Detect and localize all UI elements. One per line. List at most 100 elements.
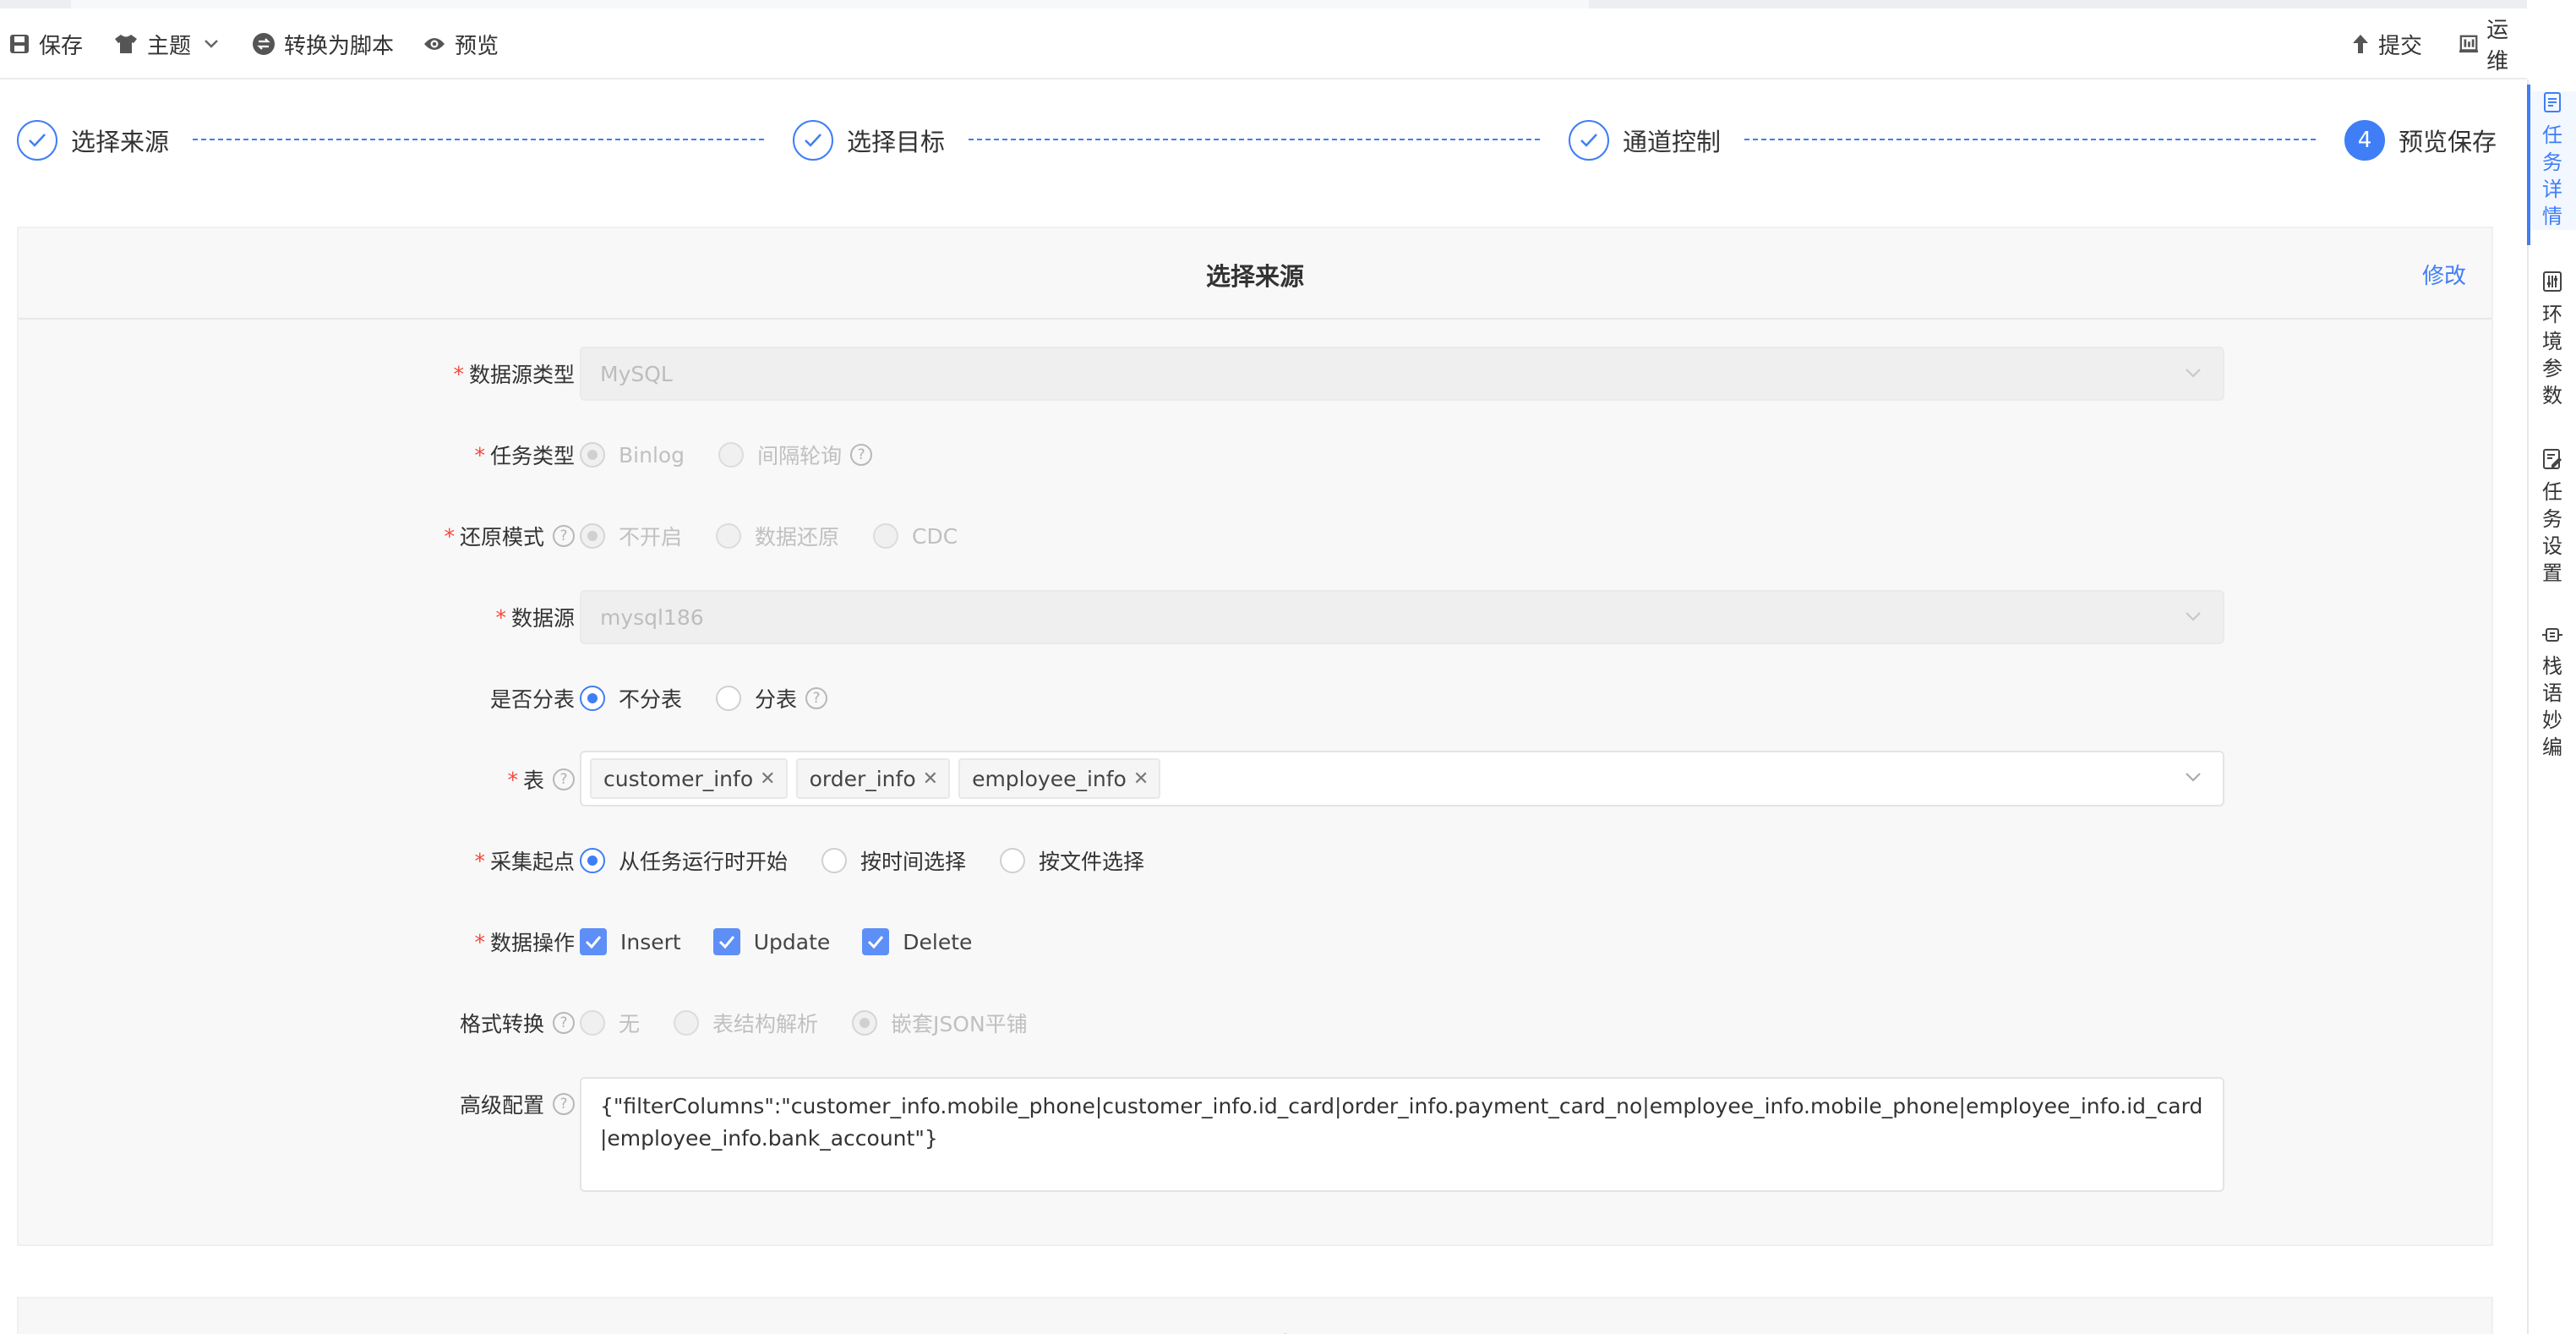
- step-connector: [969, 139, 1540, 140]
- task-type-row: * 任务类型 Binlog 间隔轮询?: [19, 428, 2491, 482]
- save-icon: [10, 35, 29, 53]
- help-icon[interactable]: ?: [850, 444, 873, 466]
- format-conv-radio-group: 无 表结构解析 嵌套JSON平铺: [580, 996, 1062, 1050]
- convert-to-script-button[interactable]: 转换为脚本: [252, 8, 394, 79]
- start-point-row: * 采集起点 从任务运行时开始 按时间选择 按文件选择: [19, 834, 2491, 888]
- radio-sharding[interactable]: 分表?: [716, 683, 828, 713]
- sharding-row: 是否分表 不分表 分表?: [19, 671, 2491, 725]
- table-row: * 表? customer_info ✕ order_info ✕ employee_…: [19, 751, 2491, 806]
- radio-none[interactable]: 无: [580, 1008, 640, 1038]
- checkmark-icon: [712, 928, 740, 955]
- sidebar-item-task-details[interactable]: 任务详情: [2527, 85, 2576, 245]
- eye-icon: [424, 38, 445, 50]
- active-tab-indicator[interactable]: [71, 0, 1589, 8]
- restore-mode-row: * 还原模式? 不开启 数据还原 CDC: [19, 509, 2491, 563]
- check-icon: [793, 120, 833, 161]
- step-connector: [1744, 139, 2316, 140]
- format-conv-row: 格式转换? 无 表结构解析 嵌套JSON平铺: [19, 996, 2491, 1050]
- table-tag: employee_info ✕: [958, 758, 1161, 799]
- step-connector: [193, 139, 764, 140]
- sidebar-item-code-snippets[interactable]: 栈语妙编: [2529, 626, 2576, 761]
- radio-no-sharding[interactable]: 不分表: [580, 683, 682, 713]
- source-panel: 选择来源 修改 * 数据源类型 MySQL * 任务类型 Binlog 间隔轮询? …: [17, 227, 2493, 1246]
- help-icon[interactable]: ?: [553, 1093, 575, 1115]
- target-panel: 选择目标 修改: [17, 1297, 2493, 1334]
- save-label: 保存: [39, 33, 84, 59]
- target-panel-title: 选择目标: [19, 1327, 2491, 1334]
- preview-button[interactable]: 预览: [423, 8, 499, 79]
- data-ops-label: * 数据操作: [474, 929, 575, 956]
- checkbox-delete[interactable]: Delete: [862, 928, 972, 955]
- help-icon[interactable]: ?: [553, 1012, 575, 1034]
- sharding-label: 是否分表: [489, 687, 575, 712]
- close-icon[interactable]: ✕: [1133, 768, 1149, 790]
- target-edit-link[interactable]: 修改: [2422, 1329, 2466, 1334]
- close-icon[interactable]: ✕: [760, 768, 775, 790]
- help-icon[interactable]: ?: [553, 768, 575, 790]
- checkmark-icon: [580, 928, 607, 955]
- radio-cdc[interactable]: CDC: [873, 523, 958, 549]
- datasource-select[interactable]: mysql186: [580, 590, 2224, 644]
- step-4-number: 4: [2344, 120, 2385, 161]
- data-ops-row: * 数据操作 Insert Update Delete: [19, 915, 2491, 969]
- start-point-label: * 采集起点: [474, 848, 575, 875]
- save-button[interactable]: 保存: [8, 8, 83, 79]
- step-1[interactable]: 选择来源: [17, 118, 169, 162]
- check-icon: [1569, 120, 1609, 161]
- step-2-label: 选择目标: [847, 128, 946, 156]
- step-4-label: 预览保存: [2399, 128, 2497, 156]
- edit-document-icon: [2543, 449, 2562, 469]
- restore-mode-label: * 还原模式?: [444, 509, 575, 563]
- tab-strip: [0, 0, 2527, 8]
- help-icon[interactable]: ?: [553, 525, 575, 547]
- right-sidebar: 任务详情 环境参数 任务设置 栈语妙编: [2527, 79, 2576, 1334]
- start-point-radio-group: 从任务运行时开始 按时间选择 按文件选择: [580, 834, 1178, 888]
- step-indicator: 选择来源 选择目标 通道控制 4 预览保存: [0, 79, 2527, 198]
- chevron-down-icon: [205, 40, 218, 48]
- ops-button[interactable]: 运维: [2459, 8, 2527, 79]
- submit-button[interactable]: 提交: [2351, 8, 2422, 79]
- chevron-down-icon: [2186, 773, 2201, 782]
- radio-interval-poll[interactable]: 间隔轮询?: [718, 440, 873, 470]
- step-2[interactable]: 选择目标: [793, 118, 945, 162]
- convert-label: 转换为脚本: [284, 33, 395, 59]
- help-icon[interactable]: ?: [805, 687, 828, 709]
- theme-dropdown[interactable]: 主题: [113, 8, 228, 79]
- radio-by-file[interactable]: 按文件选择: [1000, 845, 1144, 876]
- checkbox-insert[interactable]: Insert: [580, 928, 681, 955]
- radio-schema-parse[interactable]: 表结构解析: [674, 1008, 818, 1038]
- submit-label: 提交: [2378, 33, 2423, 59]
- panel-title: 选择来源: [1205, 262, 1304, 291]
- datasource-type-select[interactable]: MySQL: [580, 347, 2224, 401]
- sidebar-item-label: 任务详情: [2542, 123, 2562, 228]
- radio-nested-json-flatten[interactable]: 嵌套JSON平铺: [852, 1008, 1028, 1038]
- sharding-radio-group: 不分表 分表?: [580, 671, 861, 725]
- radio-from-task-start[interactable]: 从任务运行时开始: [580, 845, 788, 876]
- code-block-icon: [2542, 628, 2562, 642]
- datasource-label: * 数据源: [495, 604, 575, 631]
- table-multiselect[interactable]: customer_info ✕ order_info ✕ employee_info…: [580, 751, 2224, 806]
- datasource-row: * 数据源 mysql186: [19, 590, 2491, 644]
- checkbox-update[interactable]: Update: [712, 928, 830, 955]
- sidebar-item-label: 环境参数: [2542, 303, 2562, 407]
- sidebar-item-label: 栈语妙编: [2542, 654, 2562, 759]
- restore-mode-radio-group: 不开启 数据还原 CDC: [580, 509, 991, 563]
- data-ops-checkbox-group: Insert Update Delete: [580, 915, 1004, 969]
- table-label: * 表?: [507, 752, 575, 806]
- task-type-radio-group: Binlog 间隔轮询?: [580, 428, 906, 482]
- sidebar-item-env-params[interactable]: 环境参数: [2529, 271, 2576, 409]
- sidebar-item-label: 任务设置: [2542, 480, 2562, 585]
- radio-off[interactable]: 不开启: [580, 521, 682, 551]
- shirt-icon: [115, 35, 137, 53]
- radio-by-time[interactable]: 按时间选择: [821, 845, 966, 876]
- radio-data-restore[interactable]: 数据还原: [716, 521, 839, 551]
- sidebar-item-task-settings[interactable]: 任务设置: [2529, 448, 2576, 587]
- edit-link[interactable]: 修改: [2422, 259, 2466, 290]
- close-icon[interactable]: ✕: [923, 768, 938, 790]
- document-icon: [2544, 92, 2561, 112]
- chevron-down-icon: [2186, 612, 2201, 621]
- step-4[interactable]: 4 预览保存: [2344, 118, 2497, 162]
- step-3[interactable]: 通道控制: [1569, 118, 1721, 162]
- radio-binlog[interactable]: Binlog: [580, 442, 685, 467]
- advanced-config-textarea[interactable]: {"filterColumns":"customer_info.mobile_p…: [580, 1077, 2224, 1192]
